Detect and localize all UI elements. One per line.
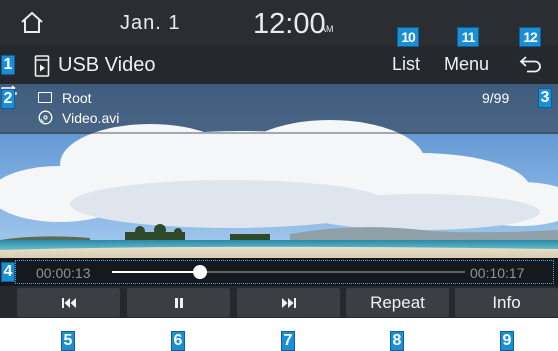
title-bar: USB Video List Menu <box>0 46 558 84</box>
previous-button[interactable] <box>17 288 120 317</box>
usb-video-file-icon <box>34 55 50 77</box>
video-player-screen: Jan. 1 12:00 AM USB Video List Menu Root… <box>0 0 558 318</box>
clock-time: 12:00 <box>253 8 326 40</box>
callout-10: 10 <box>397 27 419 47</box>
playback-controls: Repeat Info <box>0 286 558 318</box>
skip-next-icon <box>281 297 296 308</box>
callout-1: 1 <box>1 55 15 75</box>
info-button[interactable]: Info <box>455 288 558 317</box>
callout-2: 2 <box>1 89 15 109</box>
back-arrow-icon[interactable] <box>518 52 544 76</box>
skip-previous-icon <box>61 297 76 308</box>
callout-6: 6 <box>171 331 185 351</box>
date-label: Jan. 1 <box>120 12 181 34</box>
clock-am-pm: AM <box>320 24 334 34</box>
folder-icon <box>38 92 52 103</box>
seek-fill <box>112 271 201 273</box>
next-button[interactable] <box>237 288 340 317</box>
callout-12: 12 <box>519 27 541 47</box>
video-frame[interactable]: Root Video.avi 9/99 <box>0 84 558 258</box>
callout-5: 5 <box>61 331 75 351</box>
callout-7: 7 <box>281 331 295 351</box>
home-button[interactable] <box>14 6 50 40</box>
callout-3: 3 <box>538 88 552 108</box>
callout-4: 4 <box>1 262 15 282</box>
video-disc-icon <box>38 110 53 125</box>
total-duration: 00:10:17 <box>470 265 525 281</box>
elapsed-time: 00:00:13 <box>36 265 91 281</box>
progress-bar-area: 00:00:13 00:10:17 <box>0 258 558 286</box>
track-counter: 9/99 <box>482 90 510 106</box>
folder-name: Root <box>62 90 92 106</box>
repeat-button[interactable]: Repeat <box>346 288 449 317</box>
list-button[interactable]: List <box>392 54 420 75</box>
menu-button[interactable]: Menu <box>444 54 489 75</box>
callout-8: 8 <box>390 331 404 351</box>
seek-track[interactable] <box>112 265 465 279</box>
pause-button[interactable] <box>127 288 230 317</box>
file-name: Video.avi <box>62 110 120 126</box>
callout-9: 9 <box>500 331 514 351</box>
pause-icon <box>174 297 183 308</box>
source-title: USB Video <box>58 54 156 76</box>
home-icon <box>21 11 43 33</box>
callout-11: 11 <box>457 27 479 47</box>
